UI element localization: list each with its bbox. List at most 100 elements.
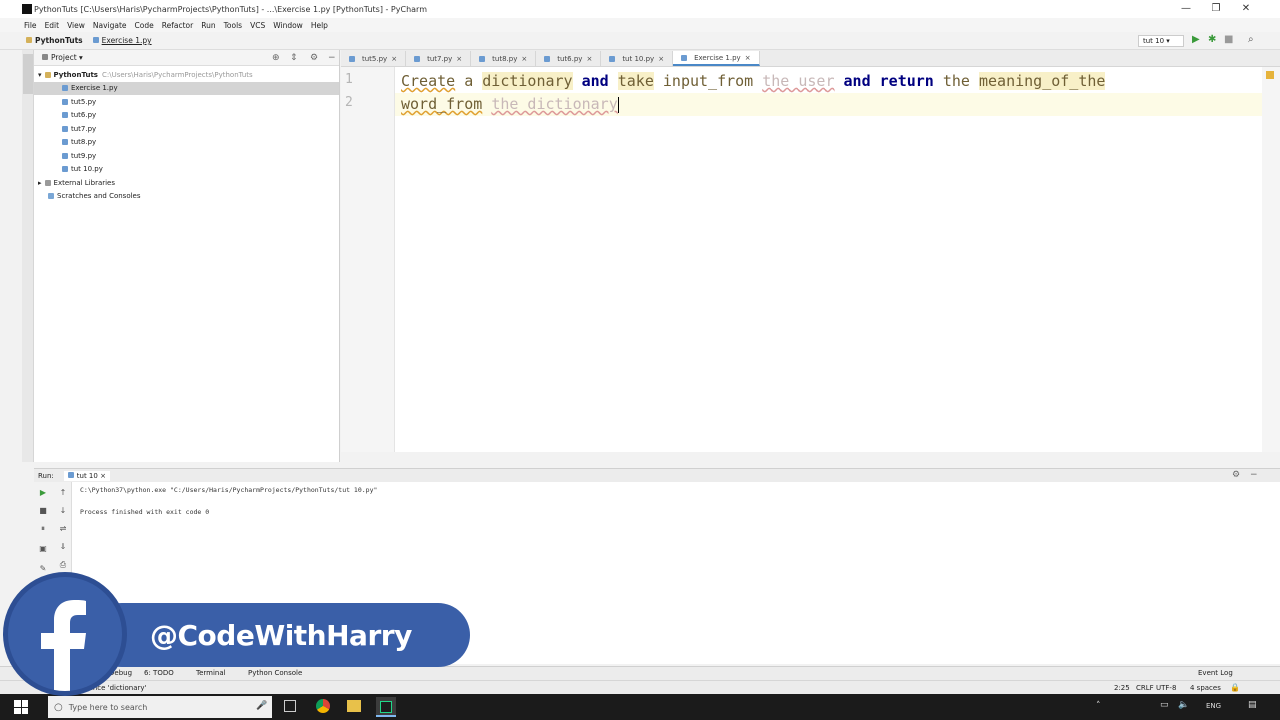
tree-item-label: tut6.py: [71, 111, 97, 120]
search-everywhere-icon[interactable]: ⌕: [1248, 34, 1254, 45]
scroll-to-end-icon[interactable]: ⇓: [58, 542, 68, 552]
tree-item-exercise1[interactable]: Exercise 1.py: [34, 81, 339, 95]
run-tab[interactable]: tut 10 ×: [63, 470, 110, 481]
breadcrumb-file[interactable]: Exercise 1.py: [92, 36, 152, 45]
breadcrumb-project[interactable]: PythonTuts: [26, 36, 83, 45]
run-panel-title: Run:: [38, 471, 54, 480]
indent-setting[interactable]: 4 spaces: [1190, 684, 1221, 692]
menu-vcs[interactable]: VCS: [250, 21, 265, 30]
tab-exercise1[interactable]: Exercise 1.py ×: [673, 51, 760, 66]
close-tab-icon[interactable]: ×: [391, 55, 397, 63]
caret-position[interactable]: 2:25: [1114, 684, 1130, 692]
tree-item-tut5[interactable]: tut5.py: [34, 95, 339, 109]
scratches-icon: [48, 193, 54, 200]
tray-chevron-icon[interactable]: ˄: [1096, 701, 1101, 711]
tree-item-label: External Libraries: [53, 178, 116, 187]
library-icon: [44, 179, 51, 186]
stop-icon[interactable]: ■: [1224, 34, 1233, 45]
run-config-dropdown[interactable]: tut 10 ▾: [1138, 35, 1184, 47]
windows-start-icon[interactable]: [14, 700, 28, 714]
file-explorer-icon[interactable]: [347, 700, 361, 712]
run-settings-gear-icon[interactable]: ⚙: [1232, 470, 1240, 480]
menu-run[interactable]: Run: [201, 21, 215, 30]
python-console-tool-button[interactable]: Python Console: [248, 669, 302, 677]
scroll-up-icon[interactable]: ↑: [58, 488, 68, 498]
menu-file[interactable]: File: [24, 21, 37, 30]
editor-scrollbar[interactable]: [1262, 67, 1280, 452]
line-separator[interactable]: CRLF: [1136, 684, 1154, 692]
tree-item-tut10[interactable]: tut 10.py: [34, 163, 339, 177]
task-view-icon[interactable]: [284, 700, 296, 712]
collapse-icon[interactable]: ⇕: [290, 53, 298, 63]
close-button[interactable]: ✕: [1238, 2, 1254, 16]
tree-item-tut8[interactable]: tut8.py: [34, 136, 339, 150]
tab-tut8[interactable]: tut8.py ×: [471, 51, 537, 66]
language-indicator[interactable]: ENG: [1206, 702, 1221, 710]
tab-tut6[interactable]: tut6.py ×: [536, 51, 602, 66]
dump-threads-icon[interactable]: ▣: [38, 544, 48, 554]
line-number: 2: [345, 95, 353, 110]
soft-wrap-icon[interactable]: ⇌: [58, 524, 68, 534]
hide-panel-icon[interactable]: −: [328, 53, 336, 63]
tree-item-tut6[interactable]: tut6.py: [34, 109, 339, 123]
tab-label: tut5.py: [362, 54, 388, 63]
breadcrumb-file-label: Exercise 1.py: [101, 36, 152, 45]
tab-label: tut 10.py: [622, 54, 655, 63]
settings-gear-icon[interactable]: ⚙: [310, 53, 318, 63]
tab-tut10[interactable]: tut 10.py ×: [601, 51, 674, 66]
menu-edit[interactable]: Edit: [45, 21, 60, 30]
pause-icon[interactable]: ⏸: [38, 524, 48, 534]
close-tab-icon[interactable]: ×: [586, 55, 592, 63]
network-icon[interactable]: ▭: [1160, 700, 1169, 710]
python-file-icon: [62, 166, 68, 173]
volume-icon[interactable]: 🔈: [1178, 700, 1189, 710]
code-editor[interactable]: Create a dictionary and take input_from …: [395, 67, 1262, 452]
close-tab-icon[interactable]: ×: [456, 55, 462, 63]
maximize-button[interactable]: ❐: [1208, 2, 1224, 16]
print-icon[interactable]: ⎙: [58, 560, 68, 570]
scroll-down-icon[interactable]: ↓: [58, 506, 68, 516]
menu-tools[interactable]: Tools: [224, 21, 242, 30]
taskbar-search-box[interactable]: ○ Type here to search 🎤: [48, 696, 272, 718]
menu-help[interactable]: Help: [311, 21, 328, 30]
lock-icon[interactable]: 🔒: [1230, 683, 1240, 692]
debug-icon[interactable]: ✱: [1208, 34, 1216, 45]
todo-tool-button[interactable]: 6: TODO: [144, 669, 174, 677]
chrome-icon[interactable]: [316, 699, 330, 713]
pycharm-taskbar-icon[interactable]: [376, 697, 396, 717]
tree-item-external-libraries[interactable]: ▸ External Libraries: [34, 176, 339, 190]
minimize-button[interactable]: —: [1178, 2, 1194, 16]
project-icon: [42, 54, 48, 60]
folder-icon: [26, 37, 32, 43]
tree-root-path: C:\Users\Haris\PycharmProjects\PythonTut…: [101, 70, 253, 79]
tree-item-tut7[interactable]: tut7.py: [34, 122, 339, 136]
inspection-ok-icon[interactable]: [1266, 71, 1274, 79]
tab-tut5[interactable]: tut5.py ×: [341, 51, 407, 66]
terminal-tool-button[interactable]: Terminal: [196, 669, 226, 677]
project-tool-button[interactable]: [23, 54, 33, 94]
tree-root-folder[interactable]: ▾ PythonTuts C:\Users\Haris\PycharmProje…: [34, 68, 339, 82]
notifications-icon[interactable]: ▤: [1248, 700, 1257, 710]
tab-tut7[interactable]: tut7.py ×: [406, 51, 472, 66]
project-view-dropdown[interactable]: Project ▾: [42, 53, 83, 62]
menu-navigate[interactable]: Navigate: [93, 21, 127, 30]
event-log-tool-button[interactable]: Event Log: [1198, 669, 1233, 677]
menu-refactor[interactable]: Refactor: [162, 21, 193, 30]
menu-view[interactable]: View: [67, 21, 85, 30]
close-tab-icon[interactable]: ×: [521, 55, 527, 63]
locate-icon[interactable]: ⊕: [272, 53, 280, 63]
tree-item-scratches[interactable]: Scratches and Consoles: [34, 190, 339, 204]
pin-tab-icon[interactable]: ✎: [38, 564, 48, 574]
close-tab-icon[interactable]: ×: [745, 54, 751, 62]
close-tab-icon[interactable]: ×: [658, 55, 664, 63]
rerun-icon[interactable]: ▶: [38, 488, 48, 498]
menu-code[interactable]: Code: [135, 21, 154, 30]
file-encoding[interactable]: UTF-8: [1156, 684, 1176, 692]
microphone-icon[interactable]: 🎤: [256, 701, 267, 711]
menu-window[interactable]: Window: [273, 21, 303, 30]
tree-item-label: tut5.py: [71, 97, 97, 106]
tree-item-tut9[interactable]: tut9.py: [34, 149, 339, 163]
run-icon[interactable]: ▶: [1192, 34, 1200, 45]
run-hide-icon[interactable]: −: [1250, 470, 1258, 480]
stop-run-icon[interactable]: ■: [38, 506, 48, 516]
